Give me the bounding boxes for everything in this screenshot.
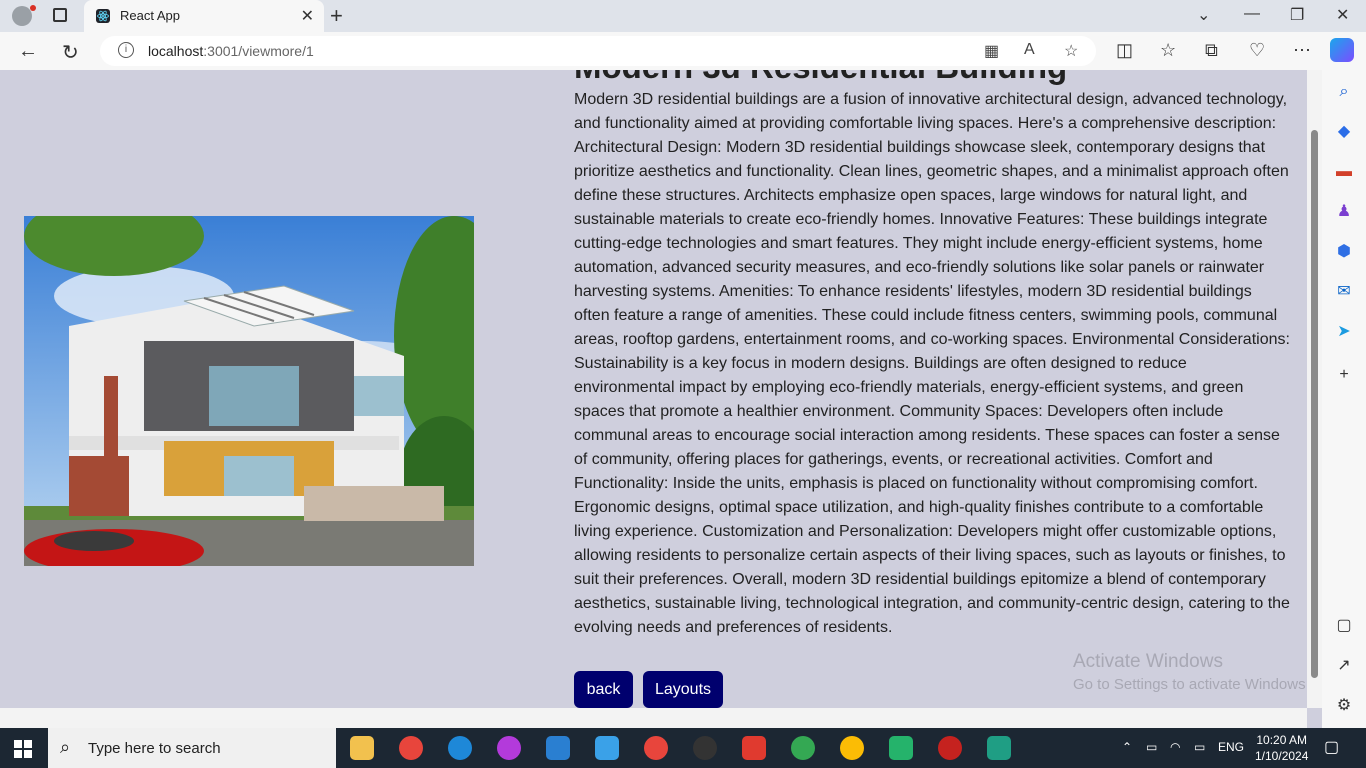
add-sidebar-app-icon[interactable]: +: [1334, 365, 1354, 385]
chrome-profile-icon[interactable]: [644, 736, 668, 760]
page-content: Modern 3d Residential Building Modern 3D…: [4, 70, 1307, 708]
back-button[interactable]: back: [574, 671, 633, 708]
taskbar-search-placeholder: Type here to search: [88, 740, 221, 757]
shopping-tag-icon[interactable]: ◆: [1334, 122, 1354, 142]
tab-bar: React App ✕ + ⌄ — ❐ ✕: [0, 0, 1366, 32]
chrome-m-profile-icon[interactable]: [791, 736, 815, 760]
back-arrow-icon[interactable]: ←: [18, 40, 38, 63]
language-indicator[interactable]: ENG: [1218, 740, 1244, 754]
cube-app-icon[interactable]: [889, 736, 913, 760]
meet-now-icon[interactable]: ▭: [1146, 740, 1157, 754]
tab-close-icon[interactable]: ✕: [301, 6, 314, 26]
windows-start-icon[interactable]: [14, 740, 32, 758]
tools-icon[interactable]: ▬: [1334, 162, 1354, 182]
tab-search-chevron-icon[interactable]: ⌄: [1197, 5, 1210, 25]
outlook-icon[interactable]: ✉: [1334, 282, 1354, 302]
minimize-icon[interactable]: —: [1244, 5, 1260, 23]
url-path: :3001/viewmore/1: [203, 43, 314, 59]
chrome-m2-icon[interactable]: [938, 736, 962, 760]
hide-sidebar-icon[interactable]: ▢: [1334, 616, 1354, 636]
vscode-icon[interactable]: [546, 736, 570, 760]
edge-icon[interactable]: [448, 736, 472, 760]
favorites-icon[interactable]: ☆: [1160, 40, 1176, 61]
read-aloud-icon[interactable]: A: [1024, 41, 1035, 59]
split-screen-icon[interactable]: ◫: [1116, 40, 1133, 61]
taskbar-search-box[interactable]: ⌕ Type here to search: [48, 728, 336, 768]
notification-dot-icon: [30, 5, 36, 11]
building-image: [24, 216, 474, 566]
activate-windows-subtitle: Go to Settings to activate Windows.: [1073, 676, 1307, 693]
edge-sidebar: ⌕ ◆ ▬ ♟ ⬢ ✉ ➤ + ▢ ↗ ⚙: [1322, 70, 1366, 728]
file-explorer-icon[interactable]: [350, 736, 374, 760]
building-description: Modern 3D residential buildings are a fu…: [574, 91, 1290, 636]
refresh-icon[interactable]: ↻: [62, 40, 79, 65]
battery-icon[interactable]: ▭: [1194, 740, 1205, 754]
horizontal-scrollbar[interactable]: [0, 708, 1307, 728]
anydesk-icon[interactable]: [742, 736, 766, 760]
vertical-scroll-thumb[interactable]: [1311, 130, 1318, 678]
address-toolbar: ← ↻ i localhost:3001/viewmore/1 ▦ A ☆ ◫ …: [0, 32, 1366, 70]
new-tab-icon[interactable]: +: [330, 3, 343, 29]
chrome-alt-icon[interactable]: [840, 736, 864, 760]
chrome-icon[interactable]: [399, 736, 423, 760]
wifi-icon[interactable]: ◠: [1170, 740, 1180, 754]
clock-date: 1/10/2024: [1255, 749, 1309, 763]
activate-windows-title: Activate Windows: [1073, 651, 1223, 672]
taskbar-clock[interactable]: 10:20 AM 1/10/2024: [1255, 732, 1308, 764]
settings-more-icon[interactable]: ⋯: [1293, 40, 1311, 61]
copilot-icon[interactable]: [1330, 38, 1354, 62]
package-app-icon[interactable]: [987, 736, 1011, 760]
page-title: Modern 3d Residential Building: [574, 70, 1067, 86]
external-link-icon[interactable]: ↗: [1334, 656, 1354, 676]
hs-app-icon[interactable]: [693, 736, 717, 760]
close-window-icon[interactable]: ✕: [1336, 5, 1349, 25]
browser-essentials-icon[interactable]: ♡: [1249, 40, 1265, 61]
microsoft-365-icon[interactable]: ⬢: [1334, 242, 1354, 262]
microsoft-store-icon[interactable]: [595, 736, 619, 760]
url-host: localhost: [148, 43, 204, 59]
search-icon[interactable]: ⌕: [1334, 82, 1354, 102]
show-hidden-icons-icon[interactable]: ⌃: [1122, 740, 1132, 754]
tab-react-app[interactable]: React App ✕: [84, 0, 324, 32]
url-text[interactable]: localhost:3001/viewmore/1: [148, 43, 314, 59]
app-available-icon[interactable]: ▦: [984, 41, 999, 61]
address-bar[interactable]: i localhost:3001/viewmore/1 ▦ A ☆: [100, 36, 1096, 66]
sidebar-settings-icon[interactable]: ⚙: [1334, 696, 1354, 716]
restore-icon[interactable]: ❐: [1290, 5, 1304, 25]
drop-icon[interactable]: ➤: [1334, 322, 1354, 342]
vertical-scrollbar[interactable]: [1307, 70, 1322, 708]
clock-time: 10:20 AM: [1256, 733, 1308, 747]
favorite-star-icon[interactable]: ☆: [1064, 41, 1078, 61]
search-magnifier-icon: ⌕: [60, 737, 71, 757]
collections-icon[interactable]: ⧉: [1205, 40, 1218, 61]
notifications-icon[interactable]: ▢: [1324, 737, 1339, 757]
games-icon[interactable]: ♟: [1334, 202, 1354, 222]
profile-avatar-icon[interactable]: [12, 6, 32, 26]
layouts-button[interactable]: Layouts: [643, 671, 723, 708]
react-logo-icon: [96, 9, 110, 23]
tab-title: React App: [120, 8, 180, 23]
tab-actions-icon[interactable]: [53, 8, 67, 22]
windows-taskbar: ⌕ Type here to search ⌃ ▭ ◠ ▭ ENG 10:20 …: [0, 728, 1366, 768]
wps-office-icon[interactable]: [497, 736, 521, 760]
site-info-icon[interactable]: i: [118, 42, 134, 58]
